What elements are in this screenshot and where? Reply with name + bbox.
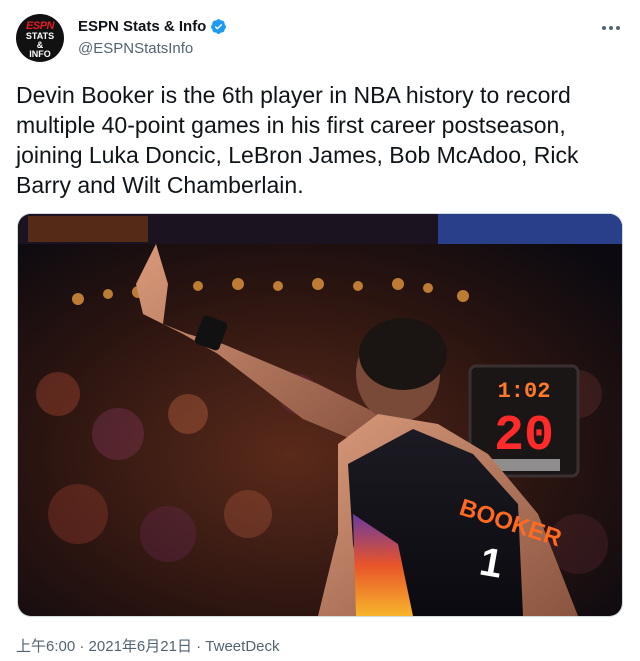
- more-options-icon[interactable]: [596, 16, 626, 40]
- meta-separator: ·: [191, 638, 206, 655]
- tweet-source[interactable]: TweetDeck: [205, 638, 279, 655]
- author-handle[interactable]: @ESPNStatsInfo: [78, 40, 193, 57]
- tweet-date[interactable]: 2021年6月21日: [89, 638, 192, 655]
- avatar-logo-stats: STATS & INFO: [16, 32, 64, 59]
- avatar-logo-line-3: INFO: [29, 49, 51, 59]
- tweet-time[interactable]: 上午6:00: [16, 638, 75, 655]
- tweet-meta: 上午6:00 · 2021年6月21日 · TweetDeck: [16, 635, 280, 656]
- photo-image: 1:02 20 BOOKER 1: [18, 214, 622, 616]
- shot-clock-main: 20: [494, 408, 554, 465]
- avatar[interactable]: ESPN STATS & INFO: [16, 14, 64, 62]
- tweet-text: Devin Booker is the 6th player in NBA hi…: [16, 82, 579, 198]
- author-name[interactable]: ESPN Stats & Info: [78, 18, 227, 35]
- shot-clock-top: 1:02: [498, 379, 551, 404]
- tweet: ESPN STATS & INFO ESPN Stats & Info @ESP…: [0, 0, 640, 661]
- tweet-photo[interactable]: 1:02 20 BOOKER 1: [17, 213, 623, 617]
- meta-separator: ·: [75, 638, 89, 655]
- verified-badge-icon: [211, 19, 227, 34]
- author-name-text: ESPN Stats & Info: [78, 18, 207, 35]
